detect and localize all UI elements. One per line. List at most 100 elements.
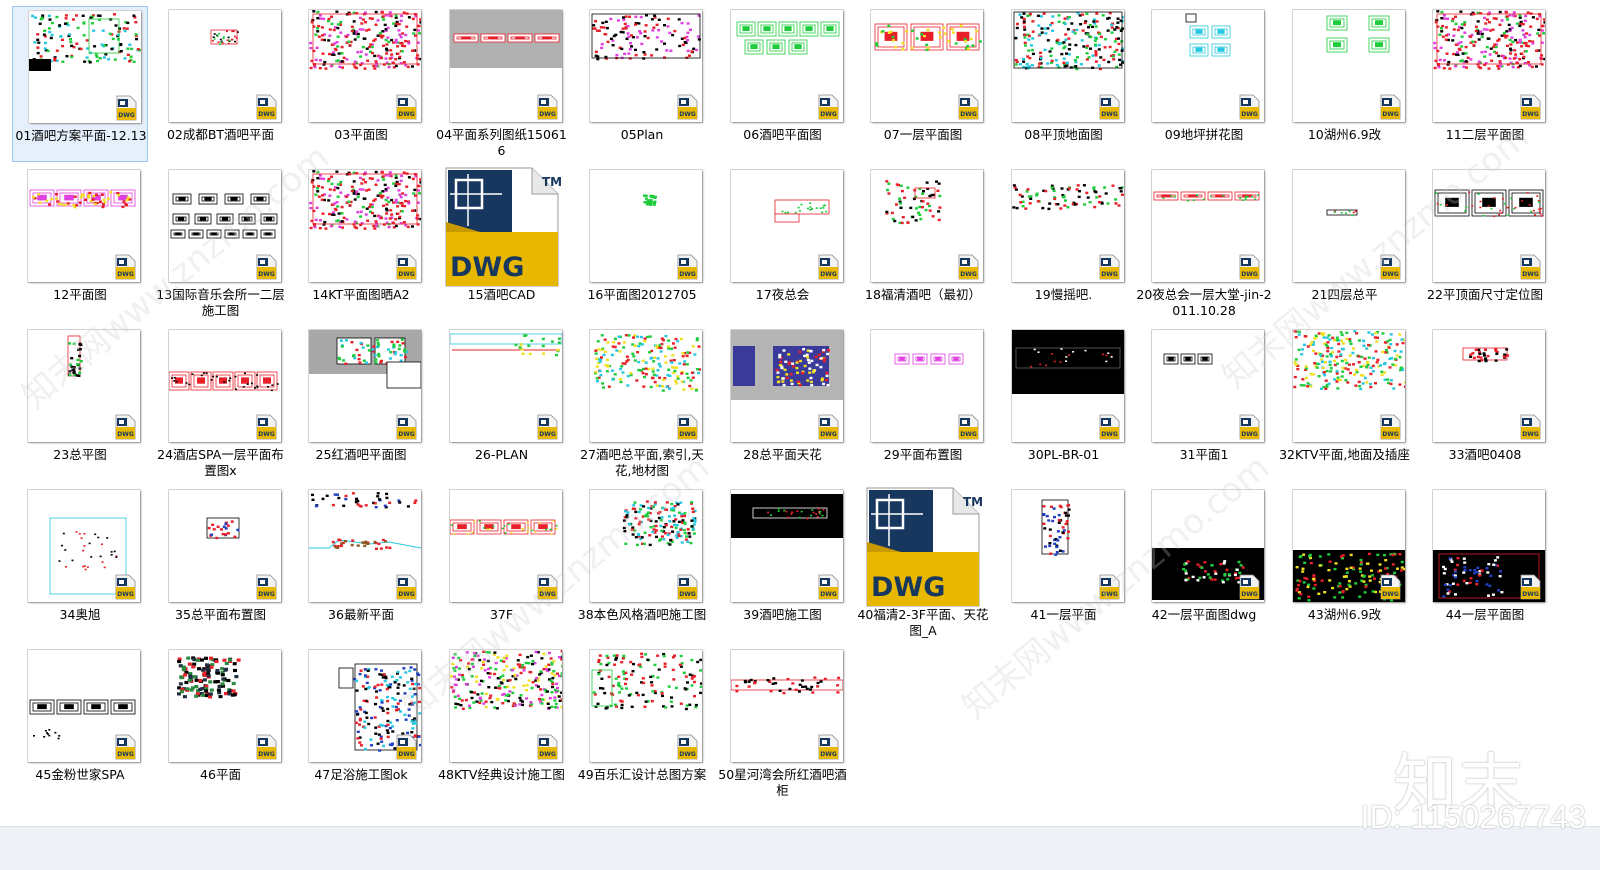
file-item[interactable]: DWG 25红酒吧平面图 <box>293 326 429 482</box>
file-name: 09地坪拼花图 <box>1164 127 1244 142</box>
file-item[interactable]: DWG TM 40福清2-3F平面、天花图_A <box>855 486 991 642</box>
file-item[interactable]: DWG 45金粉世家SPA <box>12 646 148 802</box>
file-item[interactable]: DWG 44一层平面图 <box>1417 486 1553 642</box>
file-item[interactable]: DWG 47足浴施工图ok <box>293 646 429 802</box>
file-item[interactable]: DWG 23总平图 <box>12 326 148 482</box>
file-item[interactable]: DWG 39酒吧施工图 <box>715 486 851 642</box>
file-item[interactable]: DWG 33酒吧0408 <box>1417 326 1553 482</box>
svg-text:DWG: DWG <box>539 751 556 758</box>
file-name: 04平面系列图纸150616 <box>436 127 567 158</box>
dwg-badge-icon: DWG <box>1098 574 1120 600</box>
file-item[interactable]: DWG 42一层平面图dwg <box>1136 486 1272 642</box>
file-item[interactable]: DWG 04平面系列图纸150616 <box>434 6 570 162</box>
file-item[interactable]: DWG 49百乐汇设计总图方案 <box>574 646 710 802</box>
file-item[interactable]: DWG 22平顶面尺寸定位图 <box>1417 166 1553 322</box>
file-thumbnail: DWG <box>309 650 421 762</box>
file-item[interactable]: DWG 26-PLAN <box>434 326 570 482</box>
file-item[interactable]: DWG 09地坪拼花图 <box>1136 6 1272 162</box>
file-name: 45金粉世家SPA <box>35 767 125 782</box>
file-thumbnail: DWG <box>871 330 983 442</box>
file-name: 22平顶面尺寸定位图 <box>1427 287 1543 302</box>
svg-text:DWG: DWG <box>820 751 837 758</box>
file-thumbnail: DWG <box>168 330 281 442</box>
dwg-badge-icon: DWG <box>1238 574 1260 600</box>
svg-text:DWG: DWG <box>1522 271 1539 278</box>
svg-text:DWG: DWG <box>118 112 135 119</box>
file-item[interactable]: DWG 46平面 <box>153 646 289 802</box>
file-item[interactable]: DWG 01酒吧方案平面-12.13 <box>12 6 148 162</box>
svg-text:DWG: DWG <box>1382 111 1399 118</box>
file-item[interactable]: DWG 02成都BT酒吧平面 <box>153 6 289 162</box>
file-name: 11二层平面图 <box>1445 127 1525 142</box>
file-item[interactable]: DWG 06酒吧平面图 <box>715 6 851 162</box>
dwg-badge-icon: DWG <box>676 414 698 440</box>
file-item[interactable]: DWG 13国际音乐会所一二层施工图 <box>153 166 289 322</box>
file-item[interactable]: DWG 50星河湾会所红酒吧酒柜 <box>715 646 851 802</box>
file-item[interactable]: DWG 18福清酒吧（最初） <box>855 166 991 322</box>
file-item[interactable]: DWG 12平面图 <box>12 166 148 322</box>
file-item[interactable]: DWG 05Plan <box>574 6 710 162</box>
file-item[interactable]: DWG 41一层平面 <box>996 486 1132 642</box>
svg-text:DWG: DWG <box>1241 591 1258 598</box>
dwg-badge-icon: DWG <box>1238 254 1260 280</box>
dwg-badge-icon: DWG <box>676 94 698 120</box>
file-name: 34奥旭 <box>59 607 101 622</box>
file-thumbnail: DWG <box>1292 10 1405 122</box>
svg-text:DWG: DWG <box>679 271 696 278</box>
dwg-badge-icon: DWG <box>957 254 979 280</box>
file-item[interactable]: DWG 10湖州6.9改 <box>1277 6 1413 162</box>
file-thumbnail: DWG <box>28 330 140 442</box>
file-name: 40福清2-3F平面、天花图_A <box>857 607 989 638</box>
file-item[interactable]: DWG 34奥旭 <box>12 486 148 642</box>
file-item[interactable]: DWG 24酒店SPA一层平面布置图x <box>153 326 289 482</box>
file-item[interactable]: DWG 35总平面布置图 <box>153 486 289 642</box>
file-thumbnail: DWG <box>1152 490 1264 602</box>
file-item[interactable]: DWG 31平面1 <box>1136 326 1272 482</box>
file-item[interactable]: DWG 17夜总会 <box>715 166 851 322</box>
file-thumbnail: DWG <box>1152 330 1264 442</box>
file-item[interactable]: DWG 03平面图 <box>293 6 429 162</box>
file-item[interactable]: DWG 08平顶地面图 <box>996 6 1132 162</box>
svg-text:TM: TM <box>542 175 562 189</box>
file-name: 23总平图 <box>53 447 107 462</box>
file-name: 46平面 <box>200 767 241 782</box>
svg-text:DWG: DWG <box>1382 591 1399 598</box>
svg-text:DWG: DWG <box>398 591 415 598</box>
svg-text:DWG: DWG <box>1522 591 1539 598</box>
svg-text:DWG: DWG <box>258 111 275 118</box>
file-item[interactable]: DWG 28总平面天花 <box>715 326 851 482</box>
file-item[interactable]: DWG 07一层平面图 <box>855 6 991 162</box>
file-item[interactable]: DWG 11二层平面图 <box>1417 6 1553 162</box>
file-name: 25红酒吧平面图 <box>315 447 407 462</box>
file-item[interactable]: DWG 14KT平面图晒A2 <box>293 166 429 322</box>
dwg-badge-icon: DWG <box>255 574 277 600</box>
dwg-file-icon: DWG TM <box>440 166 570 288</box>
file-item[interactable]: DWG 19慢摇吧. <box>996 166 1132 322</box>
file-thumbnail: DWG <box>871 10 983 122</box>
file-item[interactable]: DWG 36最新平面 <box>293 486 429 642</box>
file-name: 44一层平面图 <box>1445 607 1525 622</box>
file-item[interactable]: DWG 29平面布置图 <box>855 326 991 482</box>
file-item[interactable]: DWG TM 15酒吧CAD <box>434 166 570 322</box>
file-name: 41一层平面 <box>1030 607 1097 622</box>
file-item[interactable]: DWG 20夜总会一层大堂-jin-2011.10.28 <box>1136 166 1272 322</box>
file-thumbnail: DWG <box>449 10 562 122</box>
file-item[interactable]: DWG 37F <box>434 486 570 642</box>
file-item[interactable]: DWG 38本色风格酒吧施工图 <box>574 486 710 642</box>
svg-text:DWG: DWG <box>450 252 524 283</box>
file-item[interactable]: DWG 27酒吧总平面,索引,天花,地材图 <box>574 326 710 482</box>
file-name: 01酒吧方案平面-12.13 <box>15 128 147 143</box>
file-item[interactable]: DWG 30PL-BR-01 <box>996 326 1132 482</box>
file-thumbnail: DWG <box>730 490 843 602</box>
file-thumbnail: DWG <box>730 170 843 282</box>
file-thumbnail: DWG <box>590 10 702 122</box>
file-item[interactable]: DWG 21四层总平 <box>1277 166 1413 322</box>
file-name: 30PL-BR-01 <box>1027 447 1100 462</box>
file-item[interactable]: DWG 32KTV平面,地面及插座 <box>1277 326 1413 482</box>
file-item[interactable]: DWG 43湖州6.9改 <box>1277 486 1413 642</box>
file-item[interactable]: DWG 16平面图2012705 <box>574 166 710 322</box>
file-thumbnail: DWG <box>1011 490 1124 602</box>
file-item[interactable]: DWG 48KTV经典设计施工图 <box>434 646 570 802</box>
file-name: 20夜总会一层大堂-jin-2011.10.28 <box>1136 287 1272 318</box>
file-name: 39酒吧施工图 <box>743 607 822 622</box>
